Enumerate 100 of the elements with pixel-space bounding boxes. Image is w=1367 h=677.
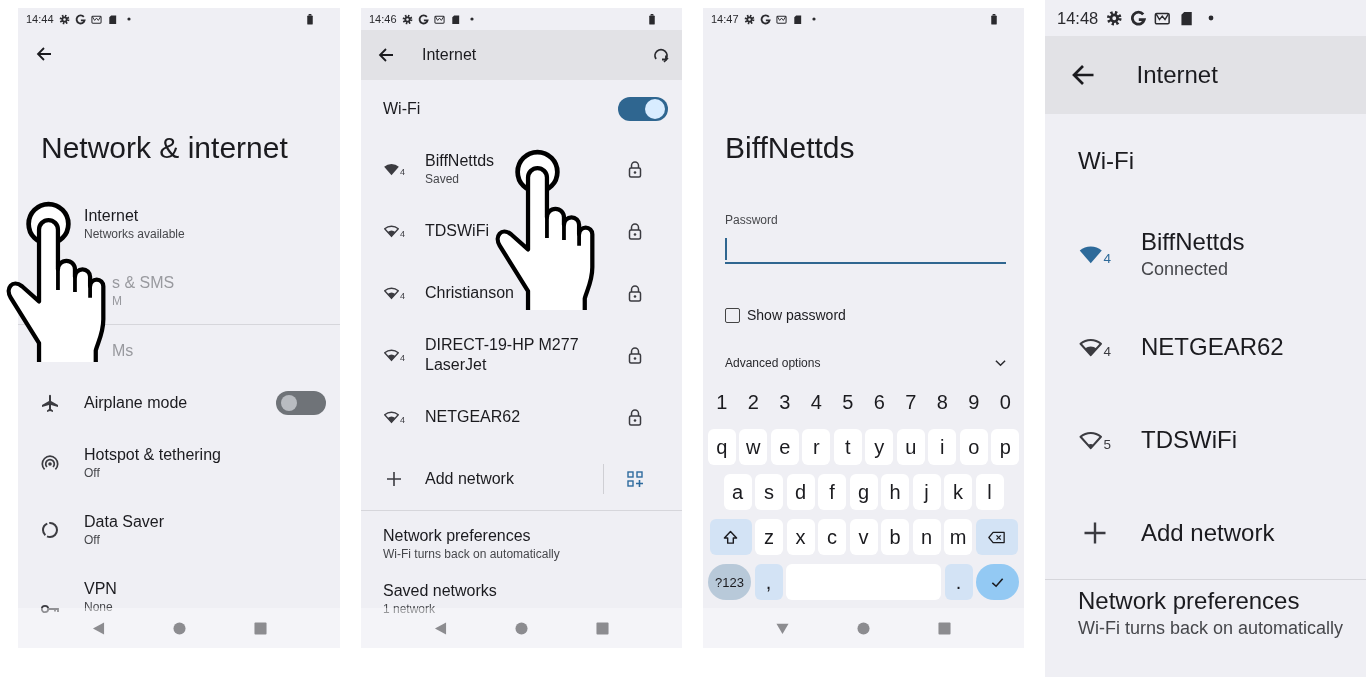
keyboard-key[interactable]: t	[833, 429, 862, 465]
network-name[interactable]: DIRECT-19-HP M277 LaserJet	[425, 335, 620, 375]
keyboard-key[interactable]: 2	[739, 384, 768, 420]
keyboard-key[interactable]: r	[802, 429, 831, 465]
keyboard-key[interactable]: l	[975, 474, 1004, 510]
keyboard-key[interactable]: i	[928, 429, 957, 465]
toggle-switch[interactable]	[618, 97, 668, 121]
wifi-standard-label: 4	[1103, 343, 1111, 359]
menu-item-summary: None	[84, 598, 113, 615]
recents-icon[interactable]	[596, 621, 609, 635]
mail-icon	[775, 13, 787, 25]
menu-item-summary: Off	[84, 464, 100, 481]
wifi-standard-label: 5	[1103, 436, 1111, 452]
backspace-key[interactable]	[975, 519, 1018, 555]
keyboard-key[interactable]: 9	[959, 384, 988, 420]
qr-code-icon[interactable]	[627, 471, 643, 487]
keyboard-key[interactable]: 7	[896, 384, 925, 420]
recents-icon[interactable]	[938, 621, 951, 635]
keyboard-key[interactable]: ,	[754, 564, 783, 600]
password-field[interactable]	[725, 236, 1006, 264]
backspace-icon	[988, 529, 1005, 545]
preference-label[interactable]: Network preferences	[383, 526, 531, 546]
menu-item-label[interactable]: Hotspot & tethering	[84, 444, 221, 465]
menu-item-label[interactable]: Internet	[84, 205, 139, 226]
menu-item-label[interactable]: VPN	[84, 578, 117, 599]
mail-icon	[90, 13, 102, 25]
menu-item-label[interactable]: Airplane mode	[84, 393, 188, 413]
status-time: 14:44	[26, 13, 54, 25]
keyboard-key[interactable]: g	[849, 474, 878, 510]
preference-label[interactable]: Saved networks	[383, 581, 497, 601]
keyboard-key[interactable]: v	[849, 519, 878, 555]
g-logo-icon	[417, 13, 429, 25]
back-arrow-icon[interactable]	[378, 47, 394, 63]
preference-label[interactable]: Network preferences	[1078, 586, 1300, 616]
keyboard-key[interactable]: p	[991, 429, 1020, 465]
network-status: Saved	[425, 171, 460, 187]
keyboard-key[interactable]: 3	[770, 384, 799, 420]
keyboard-key[interactable]: 5	[833, 384, 862, 420]
add-network-link[interactable]: Add network	[425, 469, 603, 489]
network-name[interactable]: BiffNettds	[425, 151, 495, 171]
keyboard-key[interactable]: 0	[991, 384, 1020, 420]
network-name[interactable]: Christianson	[425, 283, 514, 303]
home-icon[interactable]	[172, 621, 186, 635]
keyboard-key[interactable]: f	[818, 474, 846, 510]
keyboard-key[interactable]: b	[881, 519, 909, 555]
back-arrow-icon[interactable]	[1070, 63, 1095, 87]
keyboard-key[interactable]: e	[770, 429, 799, 465]
keyboard-key[interactable]: d	[786, 474, 815, 510]
checkbox-label[interactable]: Show password	[747, 307, 846, 323]
recents-icon[interactable]	[253, 621, 267, 635]
home-icon[interactable]	[515, 621, 528, 635]
keyboard-key[interactable]: 8	[928, 384, 957, 420]
back-arrow-icon[interactable]	[36, 46, 52, 62]
home-icon[interactable]	[857, 621, 870, 635]
dot-icon	[126, 17, 131, 21]
network-name[interactable]: TDSWiFi	[1141, 424, 1237, 455]
keyboard-key[interactable]: o	[959, 429, 988, 465]
keyboard-key[interactable]: n	[912, 519, 941, 555]
status-time: 14:46	[369, 13, 397, 25]
advanced-options-button[interactable]: Advanced options	[725, 353, 1006, 373]
keyboard-key[interactable]: k	[944, 474, 972, 510]
keyboard-key[interactable]: 6	[865, 384, 894, 420]
keyboard-key[interactable]: q	[707, 429, 736, 465]
gear-icon	[743, 13, 755, 25]
sd-card-icon	[791, 13, 803, 25]
refresh-icon[interactable]	[652, 46, 670, 64]
keyboard-key[interactable]: y	[865, 429, 894, 465]
keyboard-key[interactable]: z	[755, 519, 783, 555]
network-name[interactable]: BiffNettds	[1141, 226, 1245, 257]
keyboard-key[interactable]: ?123	[708, 564, 751, 600]
keyboard-key[interactable]: a	[723, 474, 752, 510]
keyboard-key[interactable]: x	[786, 519, 815, 555]
keyboard-key[interactable]: m	[944, 519, 972, 555]
keyboard-key[interactable]: 1	[707, 384, 736, 420]
back-icon[interactable]	[434, 621, 447, 635]
plus-icon[interactable]	[386, 471, 402, 487]
hide-keyboard-icon[interactable]	[776, 621, 789, 635]
menu-item-label[interactable]: Data Saver	[84, 511, 165, 532]
network-name[interactable]: NETGEAR62	[1141, 331, 1284, 362]
keyboard-key[interactable]: 4	[802, 384, 831, 420]
keyboard-key[interactable]: w	[739, 429, 768, 465]
checkbox[interactable]	[725, 307, 740, 323]
keyboard-key[interactable]: u	[896, 429, 925, 465]
keyboard-key[interactable]: c	[818, 519, 846, 555]
wifi-label: Wi-Fi	[383, 100, 421, 118]
keyboard-key[interactable]: h	[881, 474, 909, 510]
network-name[interactable]: TDSWiFi	[425, 221, 489, 241]
add-network-link[interactable]: Add network	[1141, 517, 1306, 548]
keyboard-key[interactable]: s	[755, 474, 783, 510]
mail-icon	[433, 13, 445, 25]
plus-icon[interactable]	[1082, 520, 1107, 545]
data-saver-icon	[40, 519, 60, 540]
back-icon[interactable]	[91, 621, 105, 635]
toggle-switch[interactable]	[276, 391, 326, 415]
wifi-standard-label: 4	[400, 229, 405, 239]
shift-key[interactable]	[709, 519, 752, 555]
status-time: 14:48	[1057, 8, 1099, 28]
keyboard-key[interactable]: .	[944, 564, 973, 600]
network-name[interactable]: NETGEAR62	[425, 407, 521, 427]
keyboard-key[interactable]: j	[912, 474, 941, 510]
